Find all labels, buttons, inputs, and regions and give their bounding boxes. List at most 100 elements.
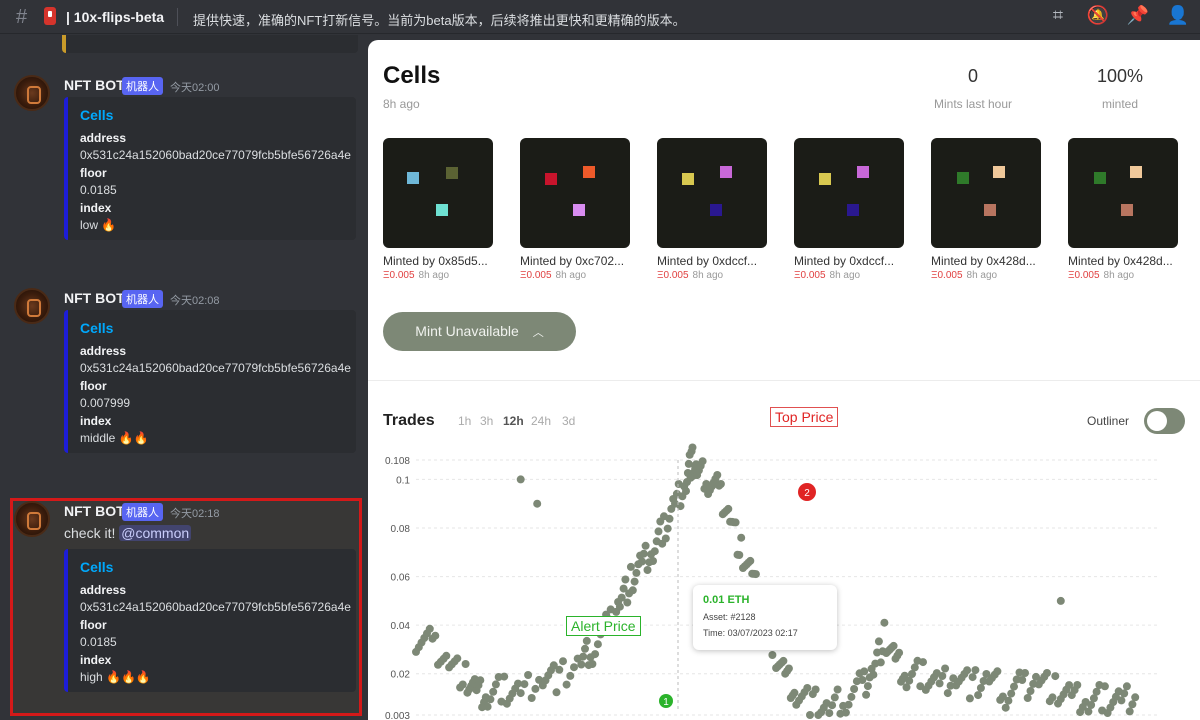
field-value: low 🔥	[80, 218, 117, 232]
trade-point	[895, 648, 904, 657]
card-meta: Ξ0.005 8h ago	[657, 270, 767, 281]
bot-tag: 机器人	[122, 290, 163, 308]
nft-image[interactable]	[794, 138, 904, 248]
embed-title[interactable]: Cells	[80, 320, 346, 336]
channel-topic[interactable]: 提供快速，准确的NFT打新信号。当前为beta版本，后续将推出更快和更精确的版本…	[193, 10, 686, 29]
pin-icon[interactable]: 📌	[1126, 5, 1150, 26]
minter[interactable]: Minted by 0xc702...	[520, 254, 630, 268]
embed: Cells address 0x531c24a152060bad20ce7707…	[64, 97, 356, 240]
trade-point	[768, 651, 777, 659]
trade-point	[974, 691, 983, 700]
nft-image[interactable]	[931, 138, 1041, 248]
author-name[interactable]: NFT BOT	[64, 290, 125, 306]
trade-point	[698, 457, 707, 466]
minter[interactable]: Minted by 0x85d5...	[383, 254, 493, 268]
nft-cell	[984, 204, 996, 216]
previous-embed	[62, 35, 358, 53]
members-icon[interactable]: 👤	[1166, 5, 1190, 26]
nft-cell	[1094, 172, 1106, 184]
trade-point	[566, 671, 575, 680]
mint-card[interactable]: Minted by 0x85d5... Ξ0.005 8h ago	[383, 138, 493, 281]
hashtag-icon: #	[16, 6, 28, 28]
mint-price: Ξ0.005	[520, 270, 552, 281]
tooltip-time: Time: 03/07/2023 02:17	[703, 628, 798, 638]
field-value: 0x531c24a152060bad20ce77079fcb5bfe56726a…	[80, 361, 351, 375]
trade-point	[790, 688, 799, 697]
trade-point	[628, 586, 637, 595]
nft-cell	[407, 172, 419, 184]
avatar[interactable]	[14, 288, 50, 324]
embed-title[interactable]: Cells	[80, 559, 346, 575]
trade-point	[830, 693, 839, 702]
trade-point	[615, 602, 624, 611]
mint-card[interactable]: Minted by 0xc702... Ξ0.005 8h ago	[520, 138, 630, 281]
trade-point	[1073, 681, 1082, 689]
mint-time: 8h ago	[966, 270, 998, 281]
card-meta: Ξ0.005 8h ago	[1068, 270, 1178, 281]
mention[interactable]: @common	[119, 525, 192, 541]
channel-header: # | 10x-flips-beta 提供快速，准确的NFT打新信号。当前为be…	[0, 0, 1200, 34]
trade-point	[639, 549, 648, 558]
trade-point	[1043, 669, 1051, 677]
minter[interactable]: Minted by 0xdccf...	[794, 254, 904, 268]
trade-point	[486, 695, 495, 704]
collection-age: 8h ago	[383, 97, 420, 111]
embed: Cells address 0x531c24a152060bad20ce7707…	[64, 549, 356, 692]
trade-point	[971, 666, 980, 675]
trade-point	[976, 684, 985, 692]
card-meta: Ξ0.005 8h ago	[520, 270, 630, 281]
mint-time: 8h ago	[1103, 270, 1135, 281]
mint-card[interactable]: Minted by 0x428d... Ξ0.005 8h ago	[1068, 138, 1178, 281]
mute-icon[interactable]: 🔕	[1086, 5, 1110, 26]
nft-image[interactable]	[520, 138, 630, 248]
trade-point	[1021, 669, 1029, 677]
minter[interactable]: Minted by 0xdccf...	[657, 254, 767, 268]
field-value: middle 🔥🔥	[80, 431, 149, 445]
nft-cell	[573, 204, 585, 216]
chevron-up-icon: ︿	[532, 327, 544, 339]
mint-card[interactable]: Minted by 0x428d... Ξ0.005 8h ago	[931, 138, 1041, 281]
channel-name: | 10x-flips-beta	[66, 9, 165, 25]
message-list[interactable]: NFT BOT 机器人 今天02:00 Cells address 0x531c…	[0, 35, 366, 720]
mint-time: 8h ago	[829, 270, 861, 281]
field-value: high 🔥🔥🔥	[80, 670, 151, 684]
minter[interactable]: Minted by 0x428d...	[931, 254, 1041, 268]
mint-card[interactable]: Minted by 0xdccf... Ξ0.005 8h ago	[794, 138, 904, 281]
trade-point	[716, 480, 725, 488]
threads-icon[interactable]: ⌗	[1046, 5, 1070, 26]
trade-point	[876, 658, 885, 667]
y-tick-label: 0.1	[396, 475, 410, 486]
mint-price: Ξ0.005	[657, 270, 689, 281]
mint-card[interactable]: Minted by 0xdccf... Ξ0.005 8h ago	[657, 138, 767, 281]
trades-chart[interactable]: 0.1080.10.080.060.040.020.003 22:0500:26…	[368, 400, 1200, 720]
y-tick-label: 0.108	[385, 456, 410, 467]
nft-image[interactable]	[383, 138, 493, 248]
embed-title[interactable]: Cells	[80, 107, 346, 123]
y-axis-ticks: 0.108 0.1 0.08 0.06 0.04 0.02 0.003	[385, 456, 410, 720]
trade-point	[1026, 687, 1035, 695]
trade-point	[724, 504, 733, 513]
trade-point	[431, 631, 440, 640]
trade-point	[751, 570, 760, 579]
mint-price: Ξ0.005	[1068, 270, 1100, 281]
author-name[interactable]: NFT BOT	[64, 503, 125, 519]
tooltip-price: 0.01 ETH	[703, 594, 750, 606]
stat-label: minted	[1101, 97, 1139, 111]
trade-point	[1018, 676, 1027, 684]
mint-button[interactable]: Mint Unavailable ︿	[383, 312, 576, 351]
trade-point	[889, 641, 898, 650]
minter[interactable]: Minted by 0x428d...	[1068, 254, 1178, 268]
nft-image[interactable]	[1068, 138, 1178, 248]
trade-point	[833, 685, 842, 694]
avatar[interactable]	[14, 501, 50, 537]
author-name[interactable]: NFT BOT	[64, 77, 125, 93]
y-tick-label: 0.02	[391, 670, 411, 681]
card-meta: Ξ0.005 8h ago	[383, 270, 493, 281]
nft-cell	[857, 166, 869, 178]
channel-emoji-icon	[44, 7, 56, 25]
trade-point	[520, 680, 529, 689]
avatar[interactable]	[14, 75, 50, 111]
trade-point	[500, 672, 509, 681]
nft-image[interactable]	[657, 138, 767, 248]
field-name: index	[80, 653, 112, 667]
